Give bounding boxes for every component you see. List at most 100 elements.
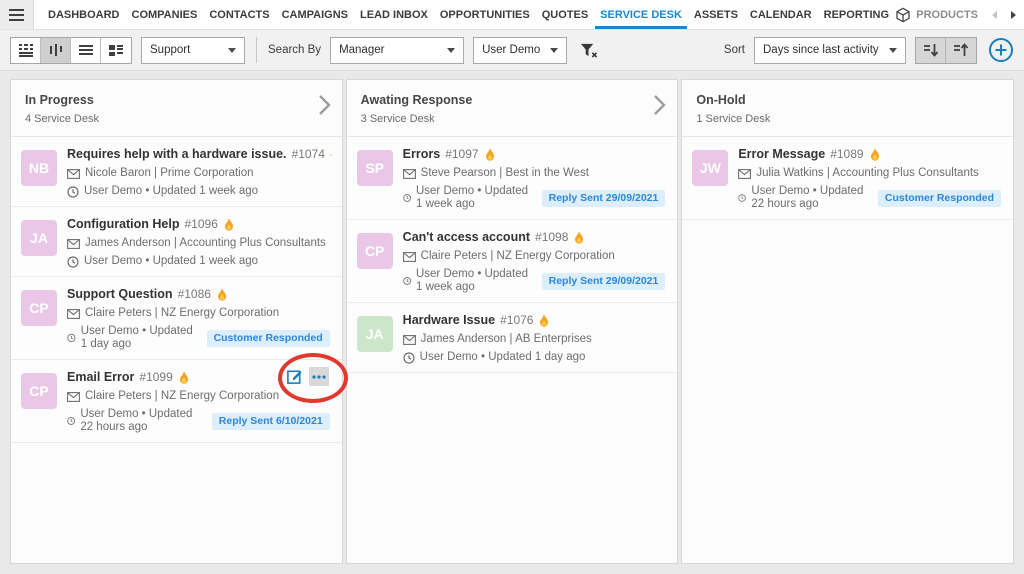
tile-view-button[interactable] — [101, 38, 131, 63]
top-navbar: DASHBOARD COMPANIES CONTACTS CAMPAIGNS L… — [0, 0, 1024, 30]
nav-scroll-right-icon[interactable] — [1004, 10, 1024, 20]
flame-icon — [869, 148, 881, 162]
card-1098[interactable]: CP Can't access account #1098 Claire Pet… — [347, 220, 678, 303]
card-contact: Julia Watkins | Accounting Plus Consulta… — [756, 167, 978, 180]
clock-icon — [403, 352, 415, 364]
nav-tab-dashboard[interactable]: DASHBOARD — [43, 0, 125, 29]
envelope-icon — [67, 239, 80, 249]
card-activity: User Demo • Updated 22 hours ago — [751, 185, 873, 211]
nav-tabs: DASHBOARD COMPANIES CONTACTS CAMPAIGNS L… — [34, 0, 889, 29]
envelope-icon — [67, 309, 80, 319]
flame-icon — [538, 314, 550, 328]
user-dropdown-value: User Demo — [482, 44, 540, 56]
nav-scroll-left-icon[interactable] — [984, 10, 1004, 20]
sort-ascending-button[interactable] — [946, 38, 976, 63]
avatar: CP — [21, 373, 57, 409]
card-contact: James Anderson | Accounting Plus Consult… — [85, 237, 326, 250]
column-awaiting-response: Awating Response 3 Service Desk SP Error… — [346, 79, 679, 564]
sort-descending-icon — [923, 43, 939, 57]
card-list: SP Errors #1097 Steve Pearson | Best in … — [347, 137, 678, 373]
status-badge: Customer Responded — [207, 330, 330, 347]
sort-dropdown[interactable]: Days since last activity — [754, 37, 906, 64]
card-number: #1099 — [139, 370, 172, 385]
nav-tab-service-desk[interactable]: SERVICE DESK — [595, 0, 687, 29]
more-options-button[interactable] — [309, 367, 329, 386]
card-list: JW Error Message #1089 Julia Watkins | A… — [682, 137, 1013, 220]
nav-tab-opportunities[interactable]: OPPORTUNITIES — [435, 0, 535, 29]
column-header: Awating Response 3 Service Desk — [347, 80, 678, 137]
sort-descending-button[interactable] — [916, 38, 946, 63]
toolbar-divider — [256, 37, 257, 63]
card-1076[interactable]: JA Hardware Issue #1076 James Anderson |… — [347, 303, 678, 373]
status-badge: Reply Sent 6/10/2021 — [212, 413, 330, 430]
search-by-dropdown[interactable]: Manager — [330, 37, 464, 64]
clock-icon — [67, 256, 79, 268]
edit-button[interactable] — [285, 367, 305, 386]
card-activity: User Demo • Updated 1 week ago — [416, 185, 537, 211]
nav-tab-lead-inbox[interactable]: LEAD INBOX — [355, 0, 433, 29]
nav-tab-calendar[interactable]: CALENDAR — [745, 0, 817, 29]
card-activity: User Demo • Updated 1 week ago — [416, 268, 537, 294]
edit-icon — [286, 368, 303, 385]
view-switcher — [10, 37, 132, 64]
envelope-icon — [67, 169, 80, 179]
nav-tab-contacts[interactable]: CONTACTS — [204, 0, 274, 29]
nav-tab-reporting[interactable]: REPORTING — [819, 0, 890, 29]
search-by-label: Search By — [268, 44, 321, 56]
search-by-dropdown-value: Manager — [339, 44, 384, 56]
envelope-icon — [738, 169, 751, 179]
toolbar-right-section: Sort Days since last activity — [724, 37, 1014, 64]
column-count: 1 Service Desk — [696, 113, 999, 125]
avatar: JA — [357, 316, 393, 352]
card-list: NB Requires help with a hardware issue. … — [11, 137, 342, 443]
nav-products-label: PRODUCTS — [916, 9, 978, 21]
column-count: 3 Service Desk — [361, 113, 664, 125]
card-number: #1089 — [830, 147, 863, 162]
add-service-desk-button[interactable] — [988, 37, 1014, 63]
user-dropdown[interactable]: User Demo — [473, 37, 567, 64]
card-1097[interactable]: SP Errors #1097 Steve Pearson | Best in … — [347, 137, 678, 220]
column-in-progress: In Progress 4 Service Desk NB Requires h… — [10, 79, 343, 564]
envelope-icon — [403, 252, 416, 262]
nav-tab-products[interactable]: PRODUCTS — [889, 7, 984, 23]
service-desk-board: In Progress 4 Service Desk NB Requires h… — [0, 71, 1024, 574]
card-activity: User Demo • Updated 1 day ago — [81, 325, 202, 351]
card-1089[interactable]: JW Error Message #1089 Julia Watkins | A… — [682, 137, 1013, 220]
nav-right-section: PRODUCTS — [889, 0, 1024, 29]
column-header: In Progress 4 Service Desk — [11, 80, 342, 137]
stacked-rows-view-button[interactable] — [11, 38, 41, 63]
flame-icon — [330, 148, 332, 162]
chevron-down-icon — [889, 48, 897, 53]
card-contact: Claire Peters | NZ Energy Corporation — [85, 390, 279, 403]
card-title: Error Message — [738, 147, 825, 162]
avatar: CP — [357, 233, 393, 269]
card-number: #1098 — [535, 230, 568, 245]
nav-tab-assets[interactable]: ASSETS — [689, 0, 743, 29]
column-on-hold: On-Hold 1 Service Desk JW Error Message … — [681, 79, 1014, 564]
card-1074[interactable]: NB Requires help with a hardware issue. … — [11, 137, 342, 207]
column-collapse-chevron-icon[interactable] — [314, 92, 334, 123]
card-1096[interactable]: JA Configuration Help #1096 James Anders… — [11, 207, 342, 277]
nav-tab-companies[interactable]: COMPANIES — [127, 0, 203, 29]
flame-icon — [223, 218, 235, 232]
kanban-view-button[interactable] — [41, 38, 71, 63]
clock-icon — [67, 186, 79, 198]
filter-clear-icon — [579, 42, 598, 59]
nav-tab-quotes[interactable]: QUOTES — [537, 0, 593, 29]
clear-filter-button[interactable] — [576, 42, 601, 59]
list-view-button[interactable] — [71, 38, 101, 63]
card-1086[interactable]: CP Support Question #1086 Claire Peters … — [11, 277, 342, 360]
card-contact: James Anderson | AB Enterprises — [421, 333, 592, 346]
hamburger-menu-button[interactable] — [0, 0, 34, 29]
sort-label: Sort — [724, 44, 745, 56]
nav-tab-campaigns[interactable]: CAMPAIGNS — [277, 0, 353, 29]
sort-direction-switcher — [915, 37, 977, 64]
queue-dropdown[interactable]: Support — [141, 37, 245, 64]
card-title: Requires help with a hardware issue. — [67, 147, 287, 162]
avatar: JA — [21, 220, 57, 256]
card-1099[interactable]: CP Email Error #1099 Claire Peters | NZ … — [11, 360, 342, 443]
card-activity: User Demo • Updated 1 week ago — [84, 255, 258, 268]
avatar: NB — [21, 150, 57, 186]
column-collapse-chevron-icon[interactable] — [649, 92, 669, 123]
card-title: Email Error — [67, 370, 134, 385]
